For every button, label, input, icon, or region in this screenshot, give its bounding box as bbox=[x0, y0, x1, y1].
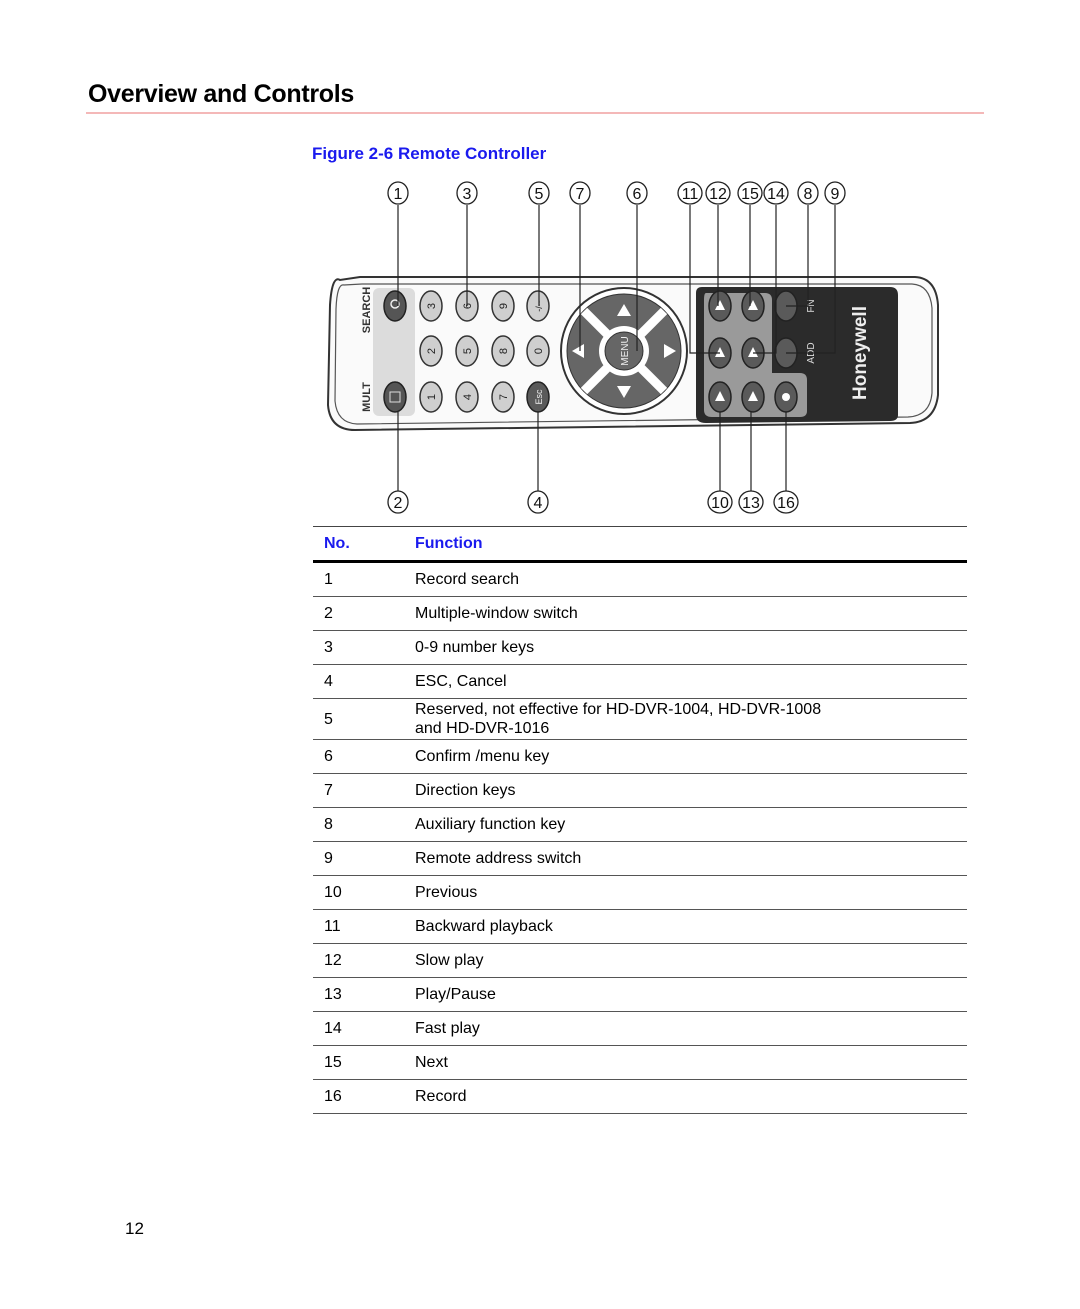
section-title: Overview and Controls bbox=[88, 80, 354, 108]
callout-number: 16 bbox=[777, 495, 795, 512]
mult-button[interactable] bbox=[383, 381, 407, 413]
row-function-line: and HD-DVR-1016 bbox=[415, 720, 550, 737]
callout-number: 4 bbox=[534, 495, 543, 512]
row-function: Record bbox=[404, 1079, 967, 1114]
table-header-row: No. Function bbox=[313, 526, 967, 563]
callout-number: 6 bbox=[633, 186, 642, 203]
number-key-label: 8 bbox=[498, 348, 510, 354]
table-row: 16 Record bbox=[313, 1079, 967, 1114]
row-number: 3 bbox=[313, 630, 404, 665]
honeywell-logo: Honeywell bbox=[850, 306, 871, 400]
row-function: Fast play bbox=[404, 1011, 967, 1046]
mult-label: MULT bbox=[361, 382, 373, 412]
search-label: SEARCH bbox=[361, 287, 373, 334]
callout-number: 11 bbox=[682, 186, 699, 203]
row-number: 5 bbox=[313, 698, 404, 740]
row-number: 16 bbox=[313, 1079, 404, 1114]
number-key-label: 1 bbox=[426, 394, 438, 400]
row-function-line: Reserved, not effective for HD-DVR-1004,… bbox=[415, 701, 822, 718]
table-row: 6 Confirm /menu key bbox=[313, 739, 967, 774]
table-row: 13 Play/Pause bbox=[313, 977, 967, 1012]
number-key-label: 3 bbox=[426, 303, 438, 309]
function-table: No. Function 1 Record search 2 Multiple-win… bbox=[313, 526, 967, 1114]
callout-number: 3 bbox=[463, 186, 472, 203]
number-key-label: 2 bbox=[426, 348, 438, 354]
callout-number: 1 bbox=[394, 186, 403, 203]
row-number: 14 bbox=[313, 1011, 404, 1046]
table-row: 15 Next bbox=[313, 1045, 967, 1080]
remote-controller-figure: SEARCH MULT 3692580147 Esc -/-- MENU FN … bbox=[310, 175, 970, 520]
row-function: Next bbox=[404, 1045, 967, 1080]
callout-number: 5 bbox=[535, 186, 544, 203]
callout-number: 8 bbox=[804, 186, 813, 203]
remote-controller-diagram: SEARCH MULT 3 6 92 5 8 01 4 7 Esc -/-- MENU bbox=[326, 181, 939, 514]
row-number: 8 bbox=[313, 807, 404, 842]
callout-number: 14 bbox=[767, 186, 785, 203]
number-key-label: 4 bbox=[462, 394, 474, 400]
row-number: 11 bbox=[313, 909, 404, 944]
figure-caption: Figure 2-6 Remote Controller bbox=[312, 144, 547, 163]
row-number: 15 bbox=[313, 1045, 404, 1080]
row-function: Reserved, not effective for HD-DVR-1004,… bbox=[404, 698, 967, 740]
number-key-label: 0 bbox=[533, 348, 545, 354]
row-function: Slow play bbox=[404, 943, 967, 978]
row-function: Play/Pause bbox=[404, 977, 967, 1012]
callout-number: 9 bbox=[831, 186, 840, 203]
row-function: Multiple-window switch bbox=[404, 596, 967, 631]
table-row: 14 Fast play bbox=[313, 1011, 967, 1046]
row-function: Backward playback bbox=[404, 909, 967, 944]
row-function: Auxiliary function key bbox=[404, 807, 967, 842]
table-row: 2 Multiple-window switch bbox=[313, 596, 967, 631]
row-number: 7 bbox=[313, 773, 404, 808]
number-key-label: 6 bbox=[462, 303, 474, 309]
table-body: 1 Record search 2 Multiple-window switch 3 0-… bbox=[313, 561, 967, 1114]
row-function: Direction keys bbox=[404, 773, 967, 808]
header-no: No. bbox=[313, 526, 404, 563]
row-number: 12 bbox=[313, 943, 404, 978]
table-row: 7 Direction keys bbox=[313, 773, 967, 808]
title-rule bbox=[86, 112, 984, 114]
table-row: 5 Reserved, not effective for HD-DVR-1004… bbox=[313, 698, 967, 740]
row-number: 9 bbox=[313, 841, 404, 876]
row-function: 0-9 number keys bbox=[404, 630, 967, 665]
callout-number: 12 bbox=[709, 186, 727, 203]
table-row: 9 Remote address switch bbox=[313, 841, 967, 876]
table-row: 11 Backward playback bbox=[313, 909, 967, 944]
page-number: 12 bbox=[125, 1219, 144, 1238]
header-function: Function bbox=[404, 526, 967, 563]
table-row: 1 Record search bbox=[313, 561, 967, 597]
number-key-label: 9 bbox=[498, 303, 510, 309]
table-row: 4 ESC, Cancel bbox=[313, 664, 967, 699]
row-number: 2 bbox=[313, 596, 404, 631]
esc-label: Esc bbox=[534, 389, 544, 405]
row-function: Record search bbox=[404, 561, 967, 597]
table-row: 3 0-9 number keys bbox=[313, 630, 967, 665]
row-function: ESC, Cancel bbox=[404, 664, 967, 699]
row-number: 10 bbox=[313, 875, 404, 910]
row-number: 4 bbox=[313, 664, 404, 699]
callout-number: 7 bbox=[576, 186, 585, 203]
row-number: 1 bbox=[313, 561, 404, 597]
row-function: Remote address switch bbox=[404, 841, 967, 876]
number-key-label: 7 bbox=[498, 394, 510, 400]
row-number: 6 bbox=[313, 739, 404, 774]
callout-number: 2 bbox=[394, 495, 403, 512]
record-icon bbox=[782, 393, 790, 401]
table-row: 8 Auxiliary function key bbox=[313, 807, 967, 842]
menu-label: MENU bbox=[620, 336, 631, 365]
table-row: 10 Previous bbox=[313, 875, 967, 910]
callout-number: 13 bbox=[742, 495, 760, 512]
table-row: 12 Slow play bbox=[313, 943, 967, 978]
row-function: Confirm /menu key bbox=[404, 739, 967, 774]
number-key-label: 5 bbox=[462, 348, 474, 354]
callout-number: 10 bbox=[711, 495, 729, 512]
row-number: 13 bbox=[313, 977, 404, 1012]
row-function: Previous bbox=[404, 875, 967, 910]
search-button[interactable] bbox=[383, 290, 407, 322]
callout-number: 15 bbox=[741, 186, 759, 203]
